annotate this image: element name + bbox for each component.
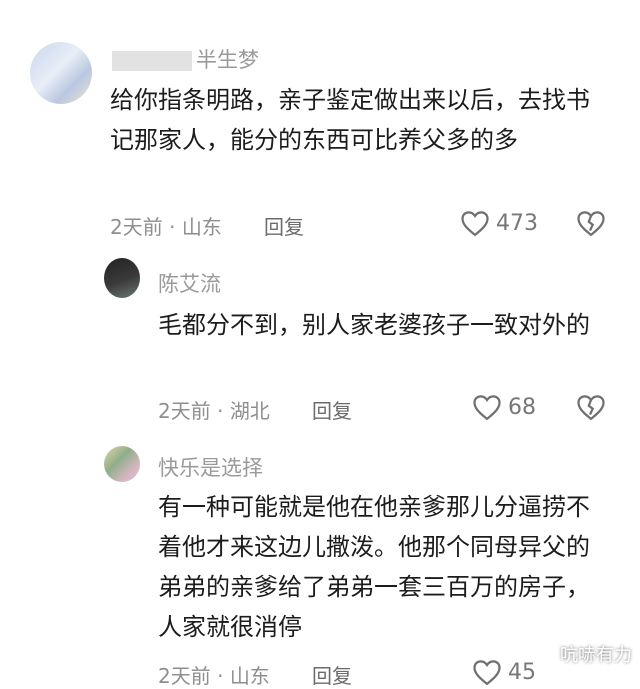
location: 湖北: [229, 399, 270, 423]
timestamp: 2天前: [110, 215, 163, 239]
like-button[interactable]: 473: [460, 209, 538, 237]
dislike-button[interactable]: [576, 209, 606, 241]
username[interactable]: 快乐是选择: [158, 452, 263, 482]
broken-heart-icon: [577, 395, 605, 421]
name-mask: [112, 51, 192, 71]
timestamp: 2天前: [158, 399, 211, 423]
separator: ·: [210, 664, 230, 688]
reply-button[interactable]: 回复: [312, 395, 352, 424]
comment-1: 半生梦 给你指条明路，亲子鉴定做出来以后，去找书记那家人，能分的东西可比养父多的…: [0, 0, 640, 250]
avatar[interactable]: [30, 42, 92, 104]
heart-outline-icon: [461, 211, 489, 237]
comment-meta: 2天前 · 湖北: [158, 395, 270, 424]
reply-button[interactable]: 回复: [312, 660, 352, 689]
comment-meta: 2天前 · 山东: [110, 211, 222, 240]
comment-text[interactable]: 给你指条明路，亲子鉴定做出来以后，去找书记那家人，能分的东西可比养父多的多: [110, 80, 600, 160]
timestamp: 2天前: [158, 664, 211, 688]
comment-text[interactable]: 毛都分不到，别人家老婆孩子一致对外的: [158, 305, 608, 345]
comment-text[interactable]: 有一种可能就是他在他亲爹那儿分逼捞不着他才来这边儿撒泼。他那个同母异父的弟弟的亲…: [158, 487, 613, 647]
comment-meta: 2天前 · 山东: [158, 660, 270, 689]
avatar[interactable]: [104, 258, 140, 298]
broken-heart-icon: [577, 211, 605, 237]
avatar[interactable]: [104, 446, 140, 482]
like-button[interactable]: 68: [472, 393, 536, 421]
comment-3: 快乐是选择 有一种可能就是他在他亲爹那儿分逼捞不着他才来这边儿撒泼。他那个同母异…: [0, 440, 640, 688]
like-count: 473: [496, 210, 538, 236]
location: 山东: [229, 664, 270, 688]
heart-outline-icon: [473, 660, 501, 686]
separator: ·: [162, 215, 182, 239]
comment-2: 陈艾流 毛都分不到，别人家老婆孩子一致对外的 2天前 · 湖北 回复 68: [0, 250, 640, 440]
separator: ·: [210, 399, 230, 423]
reply-button[interactable]: 回复: [264, 211, 304, 240]
dislike-button[interactable]: [576, 393, 606, 425]
username[interactable]: 陈艾流: [158, 268, 221, 298]
like-button[interactable]: 45: [472, 658, 536, 686]
like-count: 68: [508, 394, 536, 420]
watermark: 吭哧有力: [560, 645, 632, 666]
heart-outline-icon: [473, 395, 501, 421]
username[interactable]: 半生梦: [112, 44, 259, 74]
location: 山东: [181, 215, 222, 239]
